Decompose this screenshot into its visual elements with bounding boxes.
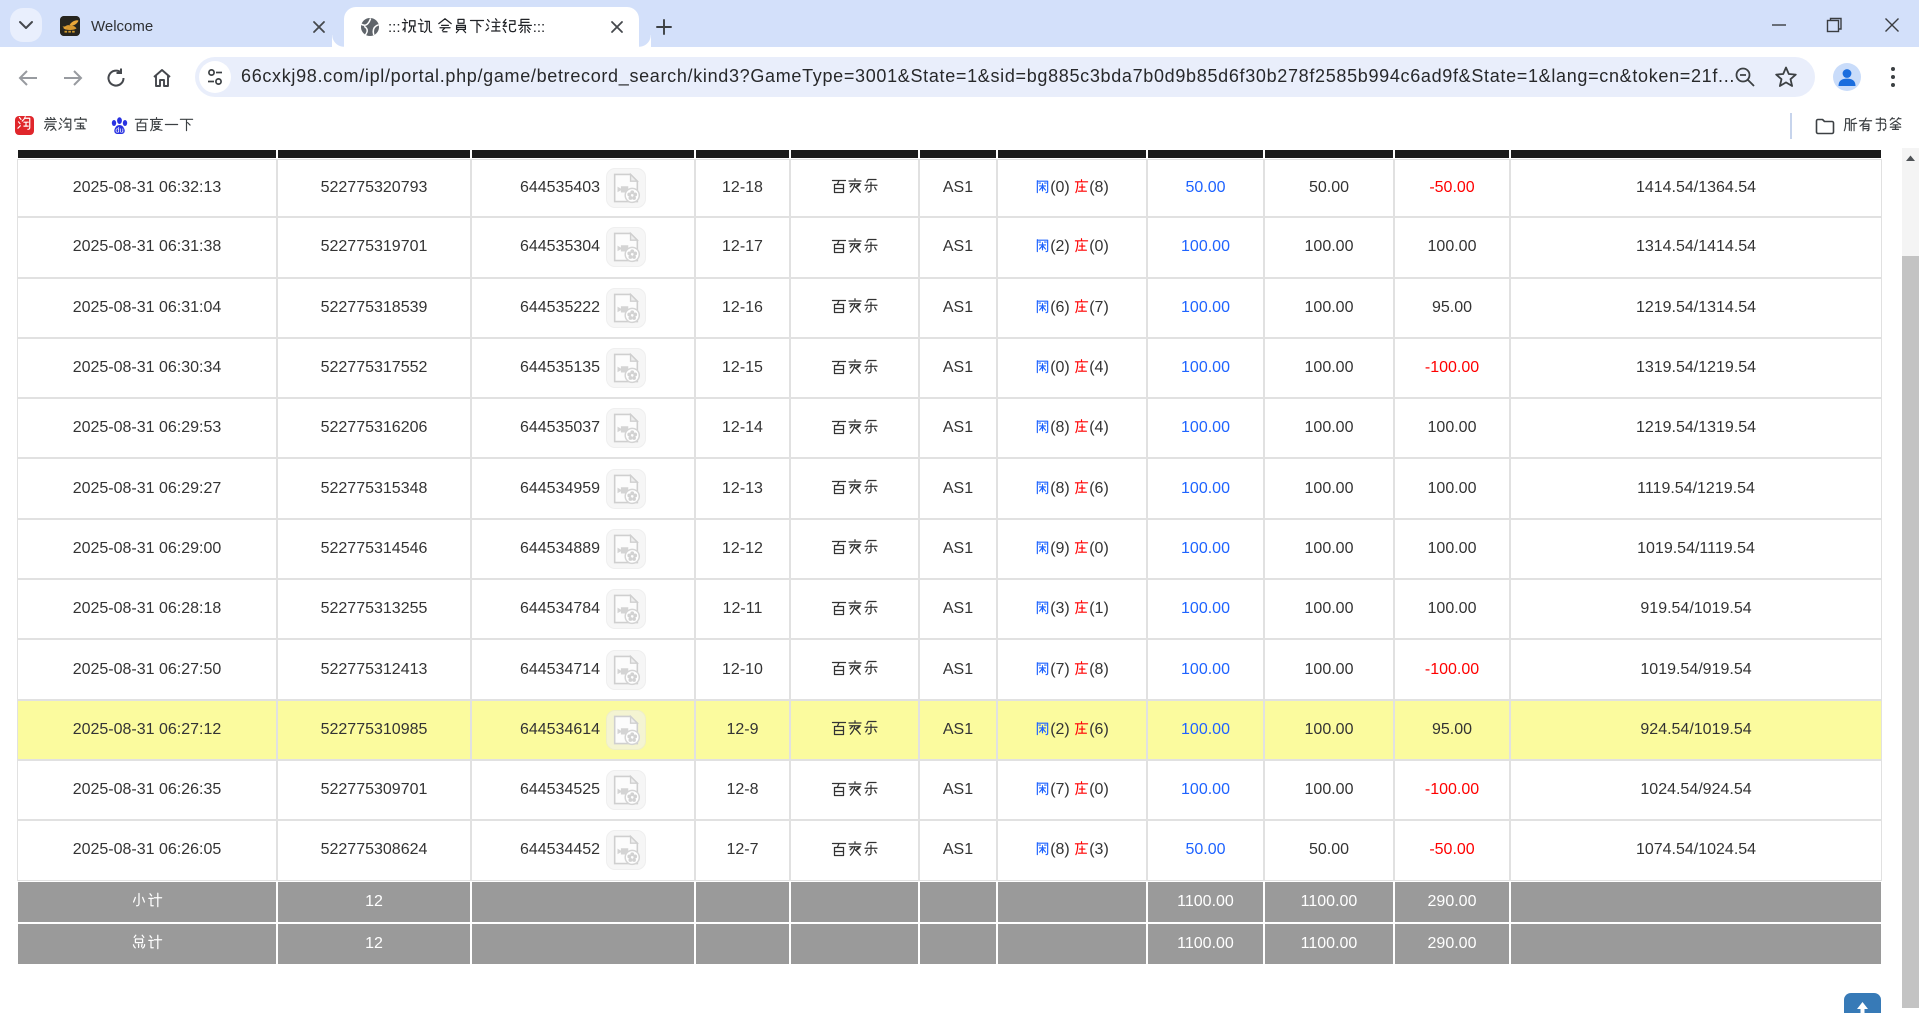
svg-text:du: du	[115, 126, 123, 135]
